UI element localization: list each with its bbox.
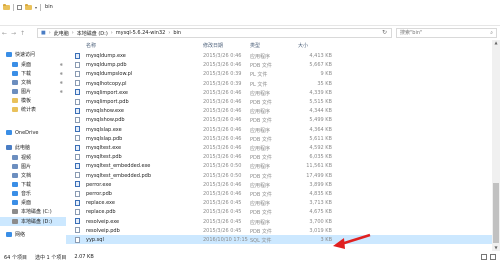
arrow-head: [333, 238, 345, 249]
annotation-arrow: [333, 233, 371, 249]
